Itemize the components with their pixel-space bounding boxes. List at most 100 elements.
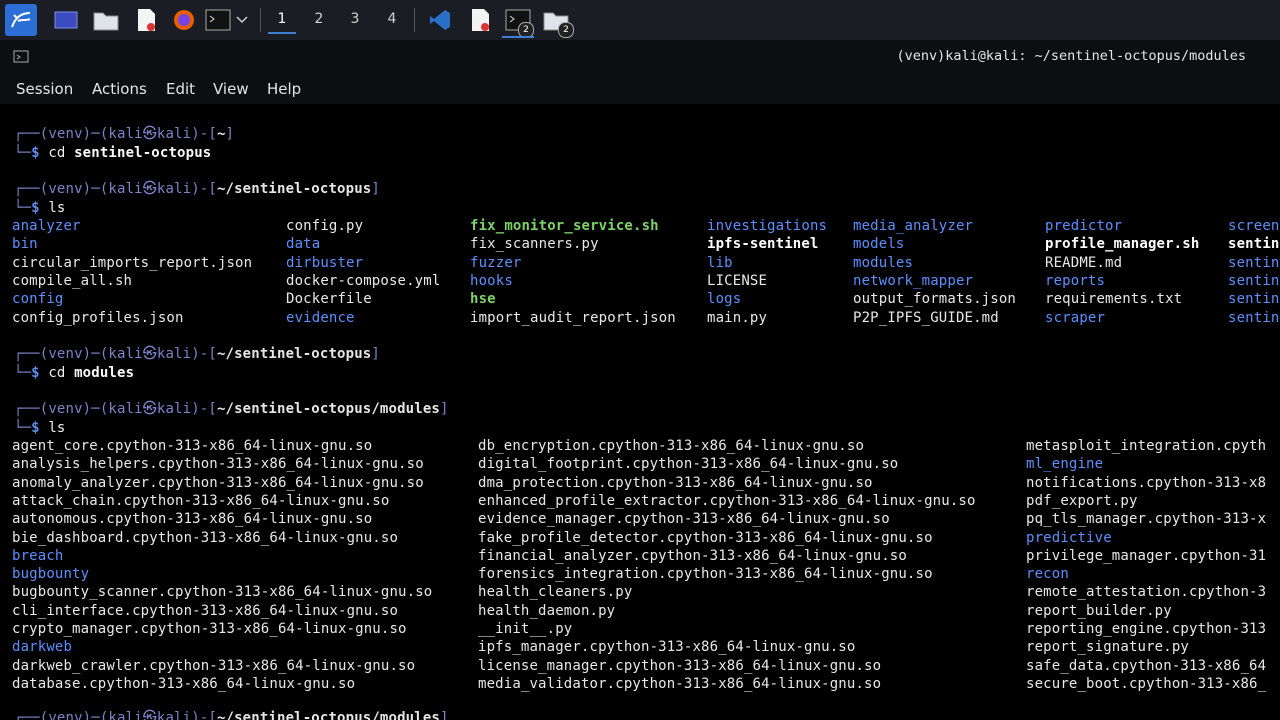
file-name: compile_all.sh: [12, 272, 133, 289]
prompt-dollar: $: [31, 200, 49, 216]
prompt-frame: ┌──: [14, 126, 40, 142]
ls-entry: investigations: [707, 217, 827, 235]
prompt-frame: └─: [14, 200, 32, 216]
prompt-frame: )-[: [191, 710, 217, 720]
file-name: database.cpython-313-x86_64-linux-gnu.so: [12, 675, 356, 692]
ls-entry: screen: [1228, 217, 1279, 235]
ls-entry: ipfs-sentinel: [707, 235, 819, 253]
file-name: ipfs_manager.cpython-313-x86_64-linux-gn…: [478, 639, 856, 656]
directory-name: investigations: [707, 218, 828, 234]
prompt-frame: )-[: [191, 126, 217, 142]
ls-entry: fix_monitor_service.sh: [470, 217, 659, 235]
directory-name: screen: [1228, 218, 1280, 234]
directory-name: sentin: [1228, 309, 1280, 326]
prompt-frame: ]: [439, 401, 449, 417]
file-name: main.py: [707, 309, 768, 326]
text-editor-icon[interactable]: [132, 6, 160, 34]
file-name: analysis_helpers.cpython-313-x86_64-linu…: [12, 456, 424, 473]
firefox-icon[interactable]: [170, 6, 198, 34]
file-name: autonomous.cpython-313-x86_64-linux-gnu.…: [12, 511, 373, 528]
directory-name: recon: [1026, 566, 1069, 583]
ls-entry: recon: [1026, 565, 1069, 583]
ls-entry: forensics_integration.cpython-313-x86_64…: [478, 565, 933, 583]
ls-entry: health_cleaners.py: [478, 583, 632, 601]
directory-name: models: [853, 236, 905, 253]
menu-actions[interactable]: Actions: [92, 80, 147, 98]
prompt-line: ┌──(venv)─(kali㉿kali)-[~/sentinel-octopu…: [14, 709, 449, 720]
ls-entry: fuzzer: [470, 254, 521, 272]
workspace-1[interactable]: 1: [268, 8, 296, 34]
show-desktop-icon[interactable]: [52, 6, 80, 34]
file-name: circular_imports_report.json: [12, 254, 253, 271]
ls-entry: sentin: [1228, 235, 1279, 253]
directory-name: scraper: [1045, 309, 1106, 326]
file-manager-icon[interactable]: [92, 6, 120, 34]
file-name: attack_chain.cpython-313-x86_64-linux-gn…: [12, 492, 390, 509]
ls-entry: secure_boot.cpython-313-x86_: [1026, 675, 1266, 693]
ls-entry: remote_attestation.cpython-3: [1026, 583, 1266, 601]
vscode-icon[interactable]: [426, 6, 454, 34]
file-name: Dockerfile: [286, 291, 372, 308]
prompt-frame: ┌──: [14, 710, 40, 720]
ls-entry: sentin: [1228, 290, 1279, 308]
prompt-venv: (venv): [39, 401, 92, 417]
file-name: crypto_manager.cpython-313-x86_64-linux-…: [12, 621, 407, 637]
ls-entry: report_builder.py: [1026, 602, 1172, 620]
ls-entry: health_daemon.py: [478, 602, 615, 620]
ls-entry: predictor: [1045, 217, 1122, 235]
window-count-badge-icon: 2: [558, 22, 574, 38]
kali-menu-icon[interactable]: [5, 4, 37, 36]
file-name: db_encryption.cpython-313-x86_64-linux-g…: [478, 438, 865, 454]
file-name: report_signature.py: [1026, 639, 1189, 656]
workspace-4[interactable]: 4: [378, 8, 406, 32]
ls-entry: notifications.cpython-313-x8: [1026, 474, 1266, 492]
terminal-output[interactable]: ┌──(venv)─(kali㉿kali)-[~] └─$ cd sentinel…: [0, 104, 1280, 720]
directory-name: data: [286, 236, 321, 253]
ls-entry: __init__.py: [478, 620, 572, 638]
ls-entry: report_signature.py: [1026, 638, 1189, 656]
prompt-frame: ┌──: [14, 346, 40, 362]
file-name: anomaly_analyzer.cpython-313-x86_64-linu…: [12, 474, 424, 491]
menu-view[interactable]: View: [213, 80, 249, 98]
text-editor-window-icon[interactable]: [466, 6, 494, 34]
menu-help[interactable]: Help: [267, 80, 301, 98]
prompt-frame: ]: [371, 346, 380, 362]
workspace-2[interactable]: 2: [305, 8, 333, 32]
command-argument: modules: [74, 365, 135, 381]
prompt-frame: └─: [14, 145, 32, 161]
chevron-down-icon[interactable]: [232, 6, 252, 34]
file-name: sentin: [1228, 236, 1280, 253]
menu-edit[interactable]: Edit: [166, 80, 195, 98]
file-name: health_daemon.py: [478, 602, 616, 619]
prompt-frame: ─(: [91, 346, 109, 362]
file-name: profile_manager.sh: [1045, 236, 1200, 253]
file-name: privilege_manager.cpython-31: [1026, 547, 1267, 564]
file-name: fix_monitor_service.sh: [470, 218, 659, 234]
ls-entry: darkweb_crawler.cpython-313-x86_64-linux…: [12, 657, 415, 675]
file-name: remote_attestation.cpython-3: [1026, 584, 1267, 601]
file-name: requirements.txt: [1045, 291, 1183, 308]
prompt-frame: ]: [371, 181, 380, 197]
ls-entry: financial_analyzer.cpython-313-x86_64-li…: [478, 547, 907, 565]
prompt-dollar: $: [31, 365, 49, 381]
file-name: media_validator.cpython-313-x86_64-linux…: [478, 675, 882, 692]
menu-session[interactable]: Session: [16, 80, 73, 98]
prompt-frame: ─(: [91, 401, 109, 417]
ls-entry: sentin: [1228, 272, 1279, 290]
prompt-frame: )-[: [191, 181, 217, 197]
ls-entry: LICENSE: [707, 272, 767, 290]
file-name: agent_core.cpython-313-x86_64-linux-gnu.…: [12, 438, 373, 454]
ls-entry: network_mapper: [853, 272, 973, 290]
window-menu-icon[interactable]: [10, 45, 32, 67]
command-line: └─$ ls: [14, 419, 74, 437]
ls-entry: main.py: [707, 309, 767, 327]
prompt-path: ~/sentinel-octopus/modules: [216, 401, 440, 417]
ls-entry: dirbuster: [286, 254, 363, 272]
ls-entry: data: [286, 235, 320, 253]
prompt-frame: ─(: [91, 181, 109, 197]
directory-name: sentin: [1228, 272, 1280, 289]
workspace-3[interactable]: 3: [341, 8, 369, 32]
terminal-icon[interactable]: [204, 6, 232, 34]
file-name: config.py: [286, 218, 364, 234]
directory-name: dirbuster: [286, 254, 364, 271]
